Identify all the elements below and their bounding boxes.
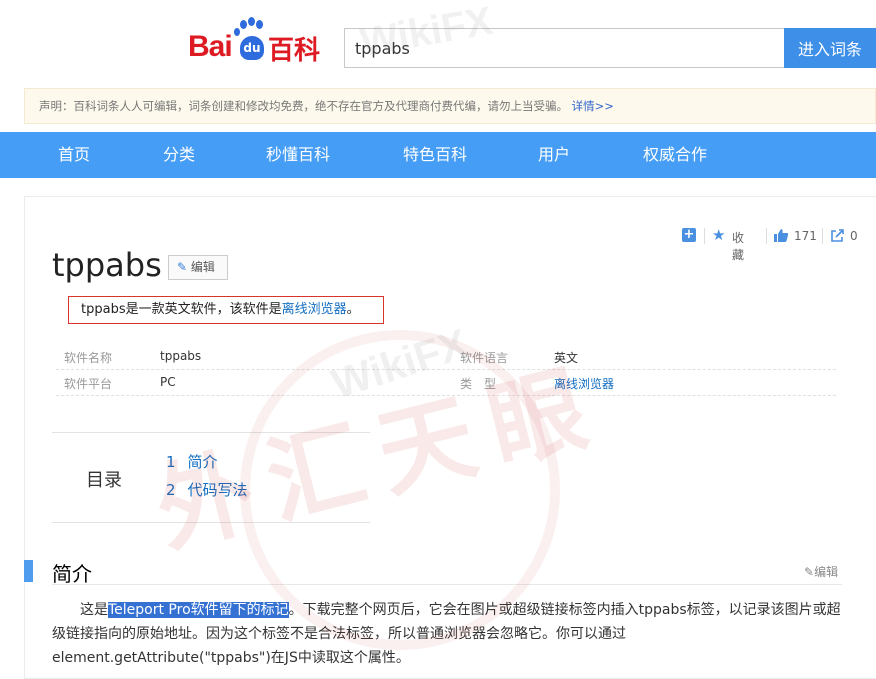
disclaimer-text: 声明：百科词条人人可编辑，词条创建和修改均免费，绝不存在官方及代理商付费代编，请…: [39, 99, 568, 113]
info-link[interactable]: 离线浏览器: [554, 375, 614, 392]
thumbs-up-icon[interactable]: [774, 228, 789, 243]
section-marker: [24, 560, 33, 582]
toc-divider: [52, 432, 370, 433]
like-count: 171: [794, 229, 817, 243]
logo-paw-toe: [234, 28, 240, 36]
edit-entry-button[interactable]: ✎ 编辑: [168, 255, 228, 280]
info-value: tppabs: [160, 349, 202, 363]
toc-text: 代码写法: [187, 481, 248, 499]
pencil-icon: ✎: [177, 260, 188, 274]
entry-title: tppabs: [52, 246, 162, 284]
divider: [822, 228, 823, 244]
info-divider: [56, 369, 836, 370]
nav-categories[interactable]: 分类: [163, 132, 195, 178]
toc-text: 简介: [187, 453, 218, 471]
divider: [704, 228, 705, 244]
toc-divider: [52, 522, 370, 523]
favorite-button[interactable]: 收藏: [732, 229, 744, 263]
summary-link[interactable]: 离线浏览器: [282, 302, 347, 317]
section-title: 简介: [52, 562, 92, 586]
info-label: 软件名称: [64, 351, 113, 365]
share-icon[interactable]: [830, 228, 845, 243]
entry-summary: tppabs是一款英文软件，该软件是离线浏览器。: [68, 296, 384, 324]
nav-partners[interactable]: 权威合作: [643, 132, 707, 178]
summary-text: tppabs是一款英文软件，该软件是: [81, 302, 282, 317]
logo-paw-toe: [248, 17, 255, 26]
disclaimer-details-link[interactable]: 详情>>: [572, 99, 614, 113]
logo-bai-text: Bai: [188, 30, 233, 63]
divider: [766, 228, 767, 244]
logo-paw-toe: [240, 20, 247, 29]
section-edit-button[interactable]: ✎编辑: [804, 563, 838, 580]
info-label: 软件语言: [460, 351, 509, 365]
logo-baike-text: 百科: [268, 36, 321, 66]
info-divider: [56, 395, 836, 396]
summary-end: 。: [346, 302, 360, 317]
toc-item[interactable]: 2 代码写法: [166, 479, 248, 500]
toc-item[interactable]: 1 简介: [166, 451, 218, 472]
info-label: 类 型: [460, 377, 497, 391]
section-paragraph: 这是Teleport Pro软件留下的标记。下载完整个网页后，它会在图片或超级链…: [52, 598, 844, 670]
add-icon[interactable]: +: [682, 228, 696, 242]
search-input[interactable]: [344, 28, 784, 68]
info-value: 英文: [554, 351, 579, 365]
baidu-baike-logo[interactable]: Bai du 百科: [188, 17, 328, 68]
enter-entry-button[interactable]: 进入词条: [784, 28, 876, 68]
nav-miaodong[interactable]: 秒懂百科: [266, 132, 330, 178]
toc-number: 2: [166, 481, 176, 499]
section-divider: [52, 584, 842, 585]
section-edit-label: 编辑: [814, 565, 839, 579]
nav-users[interactable]: 用户: [538, 132, 570, 178]
main-navbar: 首页 分类 秒懂百科 特色百科 用户 权威合作: [0, 132, 876, 178]
disclaimer-notice: 声明：百科词条人人可编辑，词条创建和修改均免费，绝不存在官方及代理商付费代编，请…: [24, 88, 876, 124]
share-count: 0: [850, 229, 858, 243]
nav-featured[interactable]: 特色百科: [403, 132, 467, 178]
logo-paw-toe: [256, 20, 263, 29]
info-label: 软件平台: [64, 377, 113, 391]
star-icon: ★: [712, 226, 726, 244]
toc-label: 目录: [86, 470, 122, 491]
para-start: 这是: [80, 602, 108, 618]
edit-label: 编辑: [190, 260, 215, 274]
nav-home[interactable]: 首页: [58, 132, 90, 178]
para-highlight: Teleport Pro软件留下的标记: [108, 602, 289, 618]
info-value: PC: [160, 375, 176, 389]
logo-du-badge: du: [240, 36, 264, 60]
pencil-icon: ✎: [804, 565, 815, 579]
toc-number: 1: [166, 453, 176, 471]
